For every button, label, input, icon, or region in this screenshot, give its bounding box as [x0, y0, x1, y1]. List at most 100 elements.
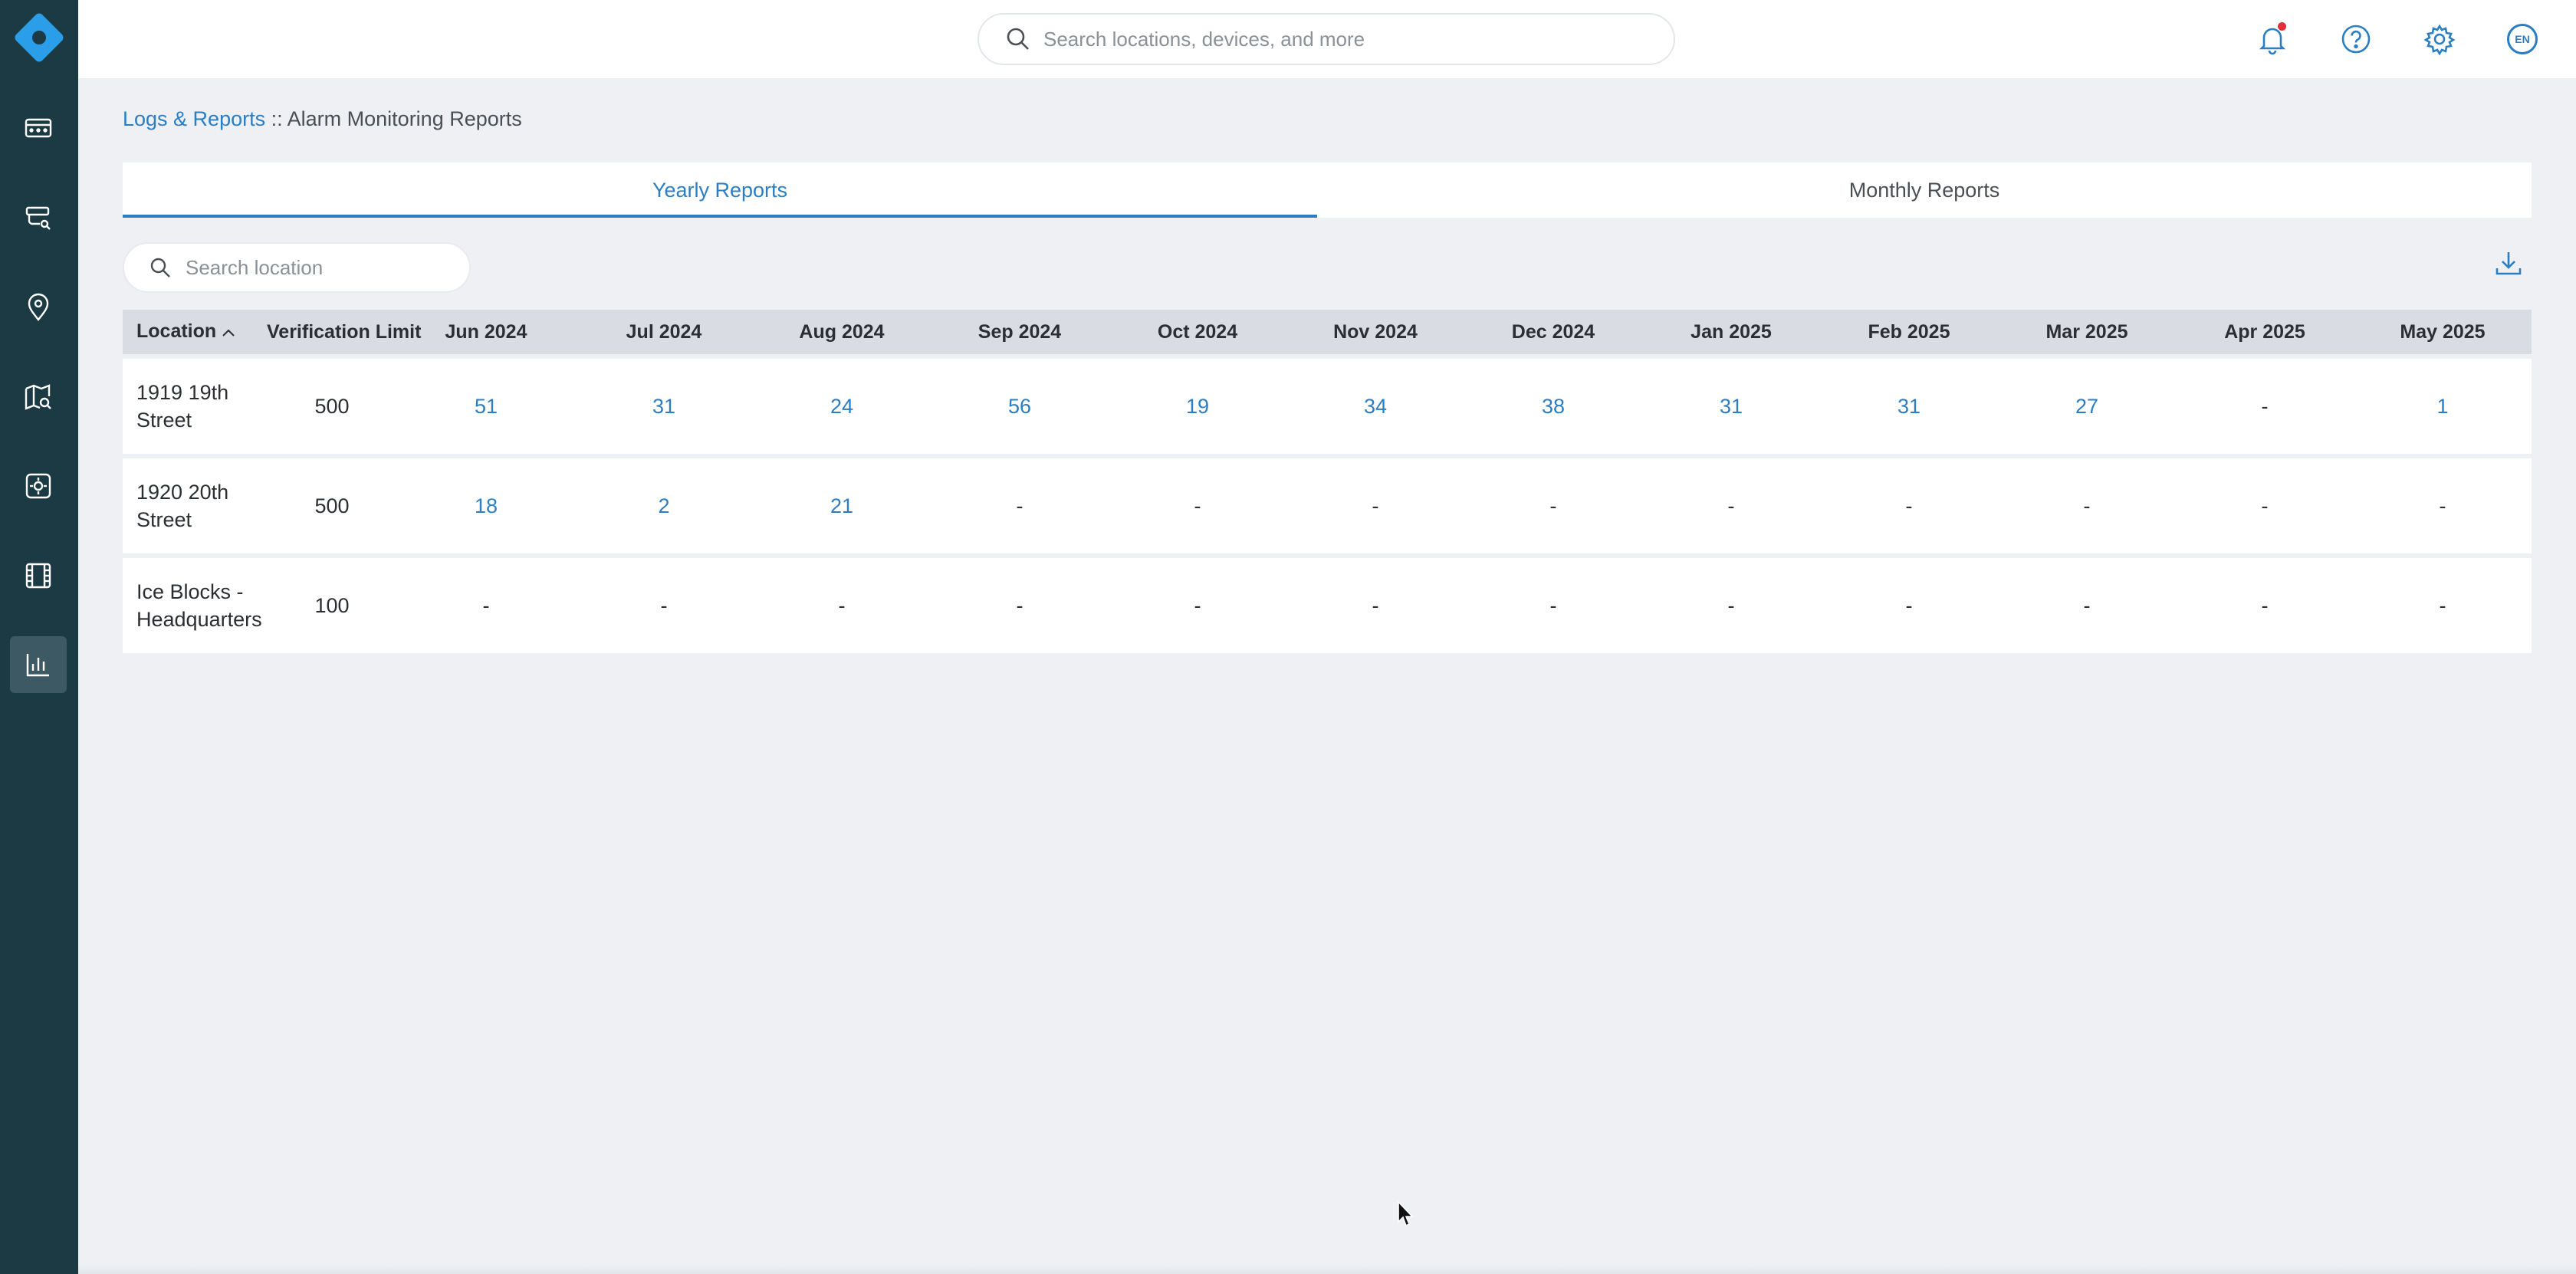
sidebar-item-locations[interactable]	[10, 279, 67, 336]
search-icon	[1007, 28, 1029, 50]
map-search-icon	[25, 384, 51, 410]
sidebar-item-dashboard[interactable]	[10, 100, 67, 156]
language-button[interactable]: EN	[2502, 19, 2542, 59]
cell-alarm-count-link[interactable]: 1	[2354, 359, 2532, 454]
column-header-month[interactable]: Mar 2025	[1998, 310, 2176, 354]
gear-icon	[2423, 24, 2456, 56]
breadcrumb-logs-reports-link[interactable]: Logs & Reports	[123, 107, 265, 130]
tab-yearly-reports[interactable]: Yearly Reports	[123, 163, 1317, 218]
notifications-button[interactable]	[2252, 19, 2292, 59]
cell-verification-limit: 500	[267, 458, 397, 553]
cell-alarm-count: -	[1464, 558, 1642, 653]
app-logo[interactable]	[13, 11, 65, 64]
cell-alarm-count: -	[1642, 558, 1820, 653]
sidebar-item-recordings[interactable]	[10, 547, 67, 604]
breadcrumb: Logs & Reports :: Alarm Monitoring Repor…	[123, 107, 522, 131]
cell-alarm-count-link[interactable]: 18	[397, 458, 575, 553]
breadcrumb-current: Alarm Monitoring Reports	[287, 107, 522, 130]
tab-monthly-reports[interactable]: Monthly Reports	[1317, 163, 2532, 218]
cell-alarm-count-link[interactable]: 21	[753, 458, 931, 553]
sidebar-item-cameras[interactable]	[10, 189, 67, 246]
sidebar	[0, 0, 78, 1274]
cell-alarm-count-link[interactable]: 34	[1286, 359, 1464, 454]
cell-alarm-count-link[interactable]: 27	[1998, 359, 2176, 454]
cell-alarm-count: -	[397, 558, 575, 653]
cell-alarm-count: -	[931, 458, 1109, 553]
cell-verification-limit: 500	[267, 359, 397, 454]
column-header-month[interactable]: Jun 2024	[397, 310, 575, 354]
location-name-line1: 1919 19th	[136, 381, 229, 404]
cell-verification-limit: 100	[267, 558, 397, 653]
cell-alarm-count: -	[1286, 558, 1464, 653]
cell-location: 1919 19th Street	[123, 359, 267, 454]
cell-alarm-count-link[interactable]: 38	[1464, 359, 1642, 454]
location-name-line2: Headquarters	[136, 608, 262, 631]
devices-icon	[25, 473, 51, 499]
bottom-edge	[78, 1265, 2576, 1274]
mouse-cursor	[1398, 1200, 1414, 1227]
table-row: 1920 20th Street 500 18 2 21- - - - - - - - -	[123, 458, 2532, 553]
table-body: 1919 19th Street 500 51 31 24 56 19 34 38 31 31 27-1…	[123, 359, 2532, 653]
film-icon	[25, 563, 51, 589]
cell-alarm-count: -	[1998, 558, 2176, 653]
column-header-location-label: Location	[136, 320, 217, 343]
table-header-row: Location Verification Limit Jun 2024 Jul…	[123, 310, 2532, 354]
cell-alarm-count-link[interactable]: 24	[753, 359, 931, 454]
location-search[interactable]	[123, 242, 471, 293]
cell-alarm-count: -	[1998, 458, 2176, 553]
report-tabs: Yearly Reports Monthly Reports	[123, 163, 2532, 218]
location-search-input[interactable]	[186, 255, 462, 280]
global-search[interactable]	[978, 13, 1675, 65]
camera-icon	[25, 206, 51, 230]
cell-alarm-count: -	[1642, 458, 1820, 553]
cell-alarm-count-link[interactable]: 31	[1820, 359, 1998, 454]
column-header-month[interactable]: Jul 2024	[575, 310, 753, 354]
column-header-month[interactable]: Oct 2024	[1109, 310, 1286, 354]
cell-alarm-count: -	[753, 558, 931, 653]
cell-alarm-count: -	[2176, 558, 2354, 653]
download-button[interactable]	[2492, 247, 2525, 281]
column-header-month[interactable]: Apr 2025	[2176, 310, 2354, 354]
dashboard-icon	[25, 118, 52, 138]
location-name-line2: Street	[136, 508, 192, 531]
settings-button[interactable]	[2420, 19, 2459, 59]
location-name-line1: Ice Blocks -	[136, 580, 244, 603]
column-header-month[interactable]: Aug 2024	[753, 310, 931, 354]
location-pin-icon	[28, 293, 49, 321]
cell-alarm-count-link[interactable]: 19	[1109, 359, 1286, 454]
cell-alarm-count: -	[1464, 458, 1642, 553]
column-header-month[interactable]: Jan 2025	[1642, 310, 1820, 354]
cell-alarm-count-link[interactable]: 2	[575, 458, 753, 553]
search-icon	[150, 258, 170, 277]
table-row: Ice Blocks - Headquarters 100- - - - - - - - - - - -	[123, 558, 2532, 653]
column-header-location[interactable]: Location	[123, 310, 267, 354]
language-badge: EN	[2507, 24, 2538, 54]
cell-alarm-count: -	[575, 558, 753, 653]
breadcrumb-separator: ::	[265, 107, 288, 130]
download-icon	[2496, 252, 2522, 275]
column-header-month[interactable]: May 2025	[2354, 310, 2532, 354]
cell-alarm-count-link[interactable]: 56	[931, 359, 1109, 454]
cell-location: 1920 20th Street	[123, 458, 267, 553]
cell-alarm-count-link[interactable]: 31	[575, 359, 753, 454]
sort-ascending-icon	[221, 321, 236, 343]
cell-alarm-count: -	[1820, 458, 1998, 553]
cell-alarm-count: -	[931, 558, 1109, 653]
column-header-month[interactable]: Nov 2024	[1286, 310, 1464, 354]
help-icon	[2341, 25, 2371, 54]
column-header-month[interactable]: Feb 2025	[1820, 310, 1998, 354]
help-button[interactable]	[2336, 19, 2376, 59]
cell-alarm-count: -	[1109, 458, 1286, 553]
sidebar-item-devices[interactable]	[10, 458, 67, 514]
column-header-month[interactable]: Dec 2024	[1464, 310, 1642, 354]
cell-alarm-count: -	[2354, 558, 2532, 653]
cell-alarm-count-link[interactable]: 51	[397, 359, 575, 454]
column-header-verification-limit[interactable]: Verification Limit	[267, 310, 421, 354]
column-header-month[interactable]: Sep 2024	[931, 310, 1109, 354]
sidebar-item-map[interactable]	[10, 369, 67, 425]
notification-dot	[2278, 22, 2286, 31]
top-bar: EN	[78, 0, 2576, 78]
cell-alarm-count-link[interactable]: 31	[1642, 359, 1820, 454]
sidebar-item-reports[interactable]	[10, 636, 67, 693]
global-search-input[interactable]	[1043, 27, 1657, 51]
